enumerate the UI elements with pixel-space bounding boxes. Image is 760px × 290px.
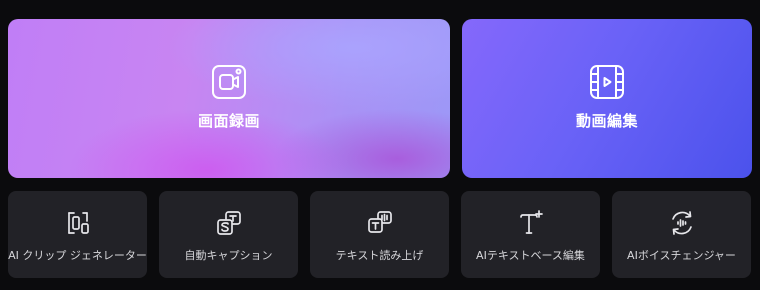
screen-record-icon [212, 65, 246, 99]
screen-record-label: 画面録画 [197, 112, 260, 130]
screen-record-card[interactable]: 画面録画 [8, 19, 450, 178]
ai-voice-changer-card[interactable]: AIボイスチェンジャー [612, 191, 751, 278]
video-edit-label: 動画編集 [575, 112, 638, 130]
tools-grid: 画面録画 動画編集 AI クリップ ジェネレーター 自動キャプション テキスト読… [0, 0, 760, 290]
text-based-edit-icon [519, 210, 543, 234]
auto-caption-icon [216, 211, 241, 235]
video-edit-icon [590, 65, 624, 99]
ai-text-based-edit-card[interactable]: AIテキストベース編集 [461, 191, 600, 278]
text-to-speech-label: テキスト読み上げ [335, 249, 424, 262]
text-to-speech-card[interactable]: テキスト読み上げ [310, 191, 449, 278]
ai-clip-generator-label: AI クリップ ジェネレーター [8, 249, 147, 262]
ai-clip-icon [67, 212, 89, 234]
voice-changer-icon [671, 211, 692, 235]
video-edit-card[interactable]: 動画編集 [462, 19, 752, 178]
ai-text-based-edit-label: AIテキストベース編集 [476, 249, 585, 262]
text-to-speech-icon [367, 211, 392, 233]
auto-caption-card[interactable]: 自動キャプション [159, 191, 298, 278]
ai-clip-generator-card[interactable]: AI クリップ ジェネレーター [8, 191, 147, 278]
auto-caption-label: 自動キャプション [184, 249, 273, 262]
ai-voice-changer-label: AIボイスチェンジャー [627, 249, 736, 262]
